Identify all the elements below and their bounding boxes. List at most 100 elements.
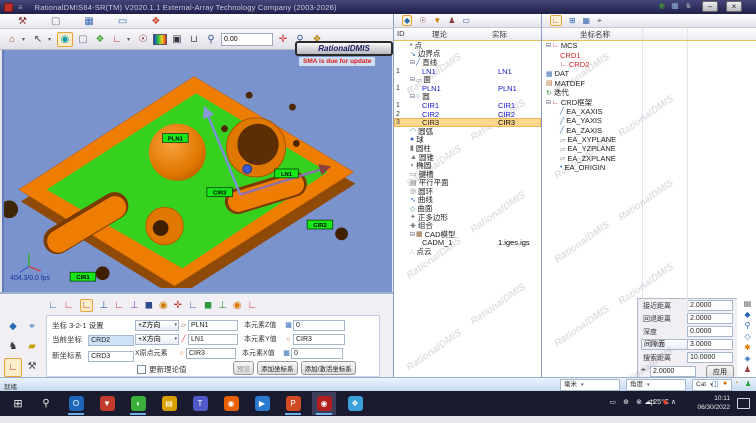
coord-save-icon[interactable]: ∟ <box>248 300 258 311</box>
network-tray-icon[interactable]: ⊕ <box>623 398 629 423</box>
target-view-icon[interactable]: ⌖ <box>23 318 41 337</box>
add-coordinate-button[interactable]: 添加/激活坐标系 <box>301 361 356 375</box>
tolerance-input[interactable] <box>221 33 273 46</box>
new-coordinate-field[interactable]: CRD3 <box>88 351 134 362</box>
coord-origin-icon[interactable]: ∟ <box>114 300 124 311</box>
expand-icon[interactable]: ⊟ <box>410 59 415 66</box>
input-lang-indicator[interactable]: 中 <box>648 398 655 423</box>
coordinate-tree-row[interactable]: ╱EA_ZAXIS <box>542 126 756 135</box>
powerpoint-app[interactable]: P <box>281 392 305 415</box>
coordinate-tree-row[interactable]: ▱EA_XYPLANE <box>542 135 756 144</box>
coord-tab[interactable]: ∟ <box>550 15 562 26</box>
feature-tree-row[interactable]: 1CIR1CIR1 <box>394 101 541 110</box>
update-theory-checkbox[interactable]: 更新理论值 <box>137 364 187 375</box>
volume-muted-icon[interactable]: ⊗ <box>636 398 642 423</box>
feature-tree-row[interactable]: ∴点云 <box>394 247 541 256</box>
coord-green-axis-icon[interactable]: ⊥ <box>218 300 227 311</box>
taskbar-search-icon[interactable]: ⚲ <box>34 392 58 415</box>
coordinate-tree-row[interactable]: ╱EA_YAXIS <box>542 116 756 125</box>
add-coordinate-button[interactable]: 添加坐标系 <box>257 361 298 375</box>
coord-axis-icon[interactable]: ∟ <box>80 299 94 312</box>
display-tray-icon[interactable]: ▭ <box>609 398 616 423</box>
explorer-app[interactable]: ▤ <box>157 392 181 415</box>
feature-field[interactable]: CIR3 <box>186 348 236 359</box>
home-icon[interactable]: ⌂ <box>5 33 19 46</box>
coord-m-icon[interactable]: ◉ <box>159 300 168 311</box>
probe-mode-icon[interactable]: ◉ <box>57 32 73 47</box>
coordinate-tree-row[interactable]: •EA_ORIGIN <box>542 163 756 172</box>
colors-app[interactable]: ❖ <box>343 392 367 415</box>
zoom-probe-icon[interactable]: ⚲ <box>204 33 218 46</box>
stats-icon[interactable]: ♟ <box>744 365 751 374</box>
probe-view-icon[interactable]: ◆ <box>4 318 22 337</box>
scan-icon[interactable]: ◈ <box>744 354 750 363</box>
cad-model-icon[interactable]: ❖ <box>93 33 107 46</box>
coord-table-tab[interactable]: ▦ <box>583 16 591 25</box>
dro-icon[interactable]: ● <box>723 380 727 387</box>
send-app[interactable]: ▶ <box>250 392 274 415</box>
clock[interactable]: 10:1106/30/2022 <box>684 394 730 412</box>
gear-icon[interactable]: ✱ <box>744 343 751 352</box>
feature-tree-row[interactable]: ⊟▱面 <box>394 75 541 84</box>
coord-stack-icon[interactable]: ⊥ <box>99 300 108 311</box>
panel-icon[interactable]: ▦ <box>671 1 679 10</box>
current-coordinate-field[interactable]: CRD2 <box>88 335 134 346</box>
coordinate-tree-row[interactable]: ∟CRD2 <box>542 60 756 69</box>
machine-icon[interactable]: ⚒ <box>23 358 41 377</box>
coordinate-tree-row[interactable]: ▦DAT <box>542 69 756 78</box>
preview-button[interactable]: 预览 <box>233 361 254 375</box>
coord-plane-icon[interactable]: ∟ <box>64 300 74 311</box>
connect-icon[interactable]: ♟ <box>745 380 751 388</box>
feature-tree-row[interactable]: ⊟○圆 <box>394 93 541 102</box>
coord-green-cube-icon[interactable]: ◼ <box>204 300 212 311</box>
red-tray-icon[interactable]: ◆ <box>663 398 668 423</box>
firefox-app[interactable]: ◉ <box>219 392 243 415</box>
direction-select[interactable]: +X方向▾ <box>135 334 179 345</box>
path-icon[interactable]: ◇ <box>744 332 750 341</box>
camera-icon[interactable]: ▣ <box>170 33 184 46</box>
eye-icon[interactable]: ☉ <box>136 33 150 46</box>
coordinate-tree-row[interactable]: ▱EA_YZPLANE <box>542 144 756 153</box>
coordinate-tree-row[interactable]: ╱EA_XAXIS <box>542 107 756 116</box>
game-icon[interactable]: ♞ <box>685 1 692 10</box>
move-cross-icon[interactable]: ✛ <box>276 33 290 46</box>
coordinate-tree-row[interactable]: ⊟∟MCS <box>542 41 756 50</box>
monitor-tab[interactable]: ▭ <box>118 16 127 27</box>
value-field[interactable]: 0 <box>291 348 343 359</box>
coord-321-icon[interactable]: ∟ <box>48 300 58 311</box>
expand-icon[interactable]: ⊟ <box>410 231 415 238</box>
trash-icon[interactable]: ⊔ <box>187 33 201 46</box>
fixture-icon[interactable]: ▰ <box>23 338 41 357</box>
expand-icon[interactable]: ⊟ <box>410 76 415 83</box>
search-strip-icon[interactable]: ⚲ <box>745 321 751 330</box>
print-icon[interactable]: ▤ <box>744 299 752 308</box>
angle-select[interactable]: 角度▾ <box>626 379 686 391</box>
coordinate-tree-row[interactable]: ▱EA_ZXPLANE <box>542 154 756 163</box>
coordinate-icon[interactable]: ∟ <box>4 358 22 377</box>
feature-tree-row[interactable]: 2CIR2CIR2 <box>394 110 541 119</box>
outlook-app[interactable]: O <box>64 392 88 415</box>
param-field[interactable]: 2.0000 <box>687 313 733 324</box>
coord-cube-icon[interactable]: ◼ <box>145 300 153 311</box>
monitor-tab[interactable]: ▭ <box>462 16 470 25</box>
record-icon[interactable]: ◉ <box>658 1 665 10</box>
joystick-icon[interactable]: ♞ <box>4 338 22 357</box>
value-field[interactable]: CIR3 <box>293 334 345 345</box>
expand-icon[interactable]: ⊟ <box>546 99 551 106</box>
flag-tab[interactable]: ♟ <box>448 16 455 25</box>
units-icon[interactable]: ◫ <box>712 380 719 388</box>
expand-icon[interactable]: ⊟ <box>410 93 415 100</box>
notification-icon[interactable] <box>737 398 750 409</box>
start-button[interactable]: ⊞ <box>6 392 30 415</box>
minimize-button[interactable]: – <box>702 1 718 12</box>
coord-iter-icon[interactable]: ◉ <box>233 300 242 311</box>
eye-tab[interactable]: ☉ <box>419 16 426 25</box>
cursor-icon[interactable]: ↖ <box>31 33 45 46</box>
param-field[interactable]: 3.0000 <box>687 339 733 350</box>
colormap-icon[interactable] <box>153 34 167 45</box>
probe-strip-icon[interactable]: ◆ <box>744 310 750 319</box>
coord-offset-icon[interactable]: ✛ <box>174 300 182 311</box>
coord-best-fit-icon[interactable]: ∟ <box>188 300 198 311</box>
param-field[interactable]: 0.0000 <box>687 326 733 337</box>
clock-icon[interactable]: ◔ <box>734 380 738 387</box>
